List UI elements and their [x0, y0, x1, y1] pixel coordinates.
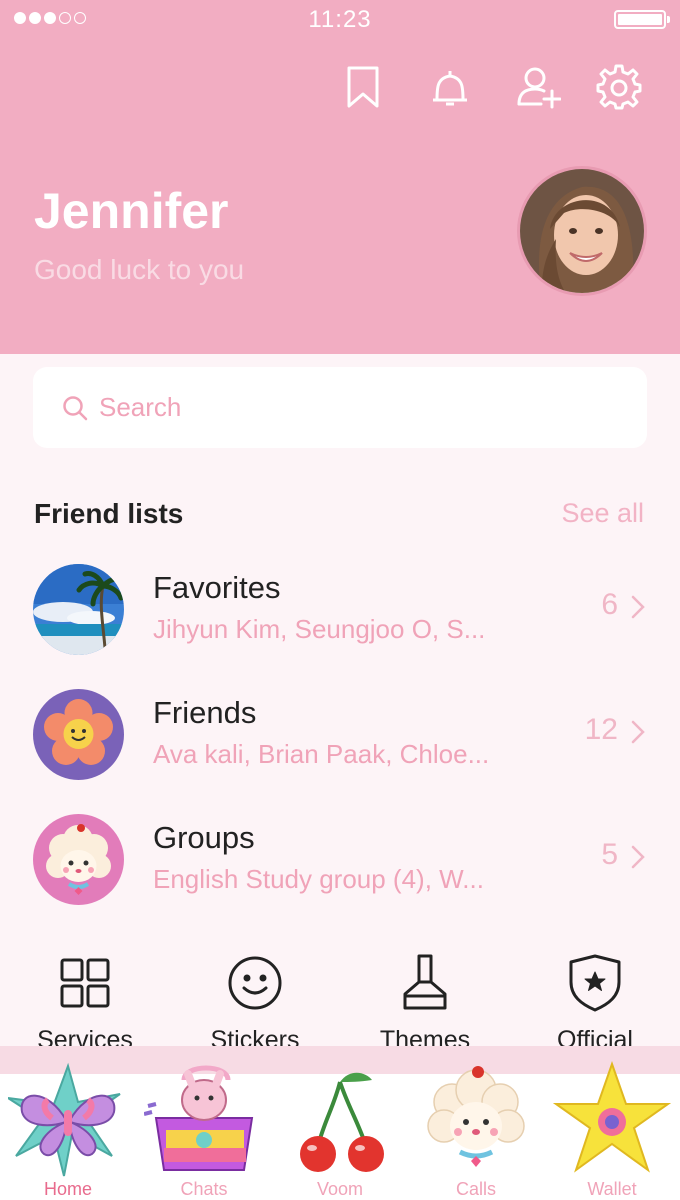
search-icon [63, 395, 88, 420]
friend-list-count: 5 [601, 838, 618, 871]
star-icon [552, 1060, 672, 1173]
friend-list-members: Jihyun Kim, Seungjoo O, S... [153, 614, 486, 644]
bookmark-icon[interactable] [340, 64, 386, 110]
butterfly-icon [8, 1062, 121, 1177]
poodle-thumbnail-icon [33, 814, 124, 905]
tab-wallet[interactable]: Wallet [544, 1046, 680, 1200]
friend-list-count: 6 [601, 588, 618, 621]
tab-label: Home [43, 1179, 92, 1199]
services-button[interactable]: Services [0, 948, 170, 1058]
poodle-icon [427, 1066, 525, 1167]
chevron-right-icon [631, 595, 645, 619]
add-friend-icon[interactable] [515, 64, 562, 110]
friend-list-favorites[interactable]: Favorites Jihyun Kim, Seungjoo O, S... 6 [0, 564, 680, 674]
chevron-right-icon [631, 720, 645, 744]
status-bar: 11:23 [0, 0, 680, 40]
status-time: 11:23 [308, 6, 372, 33]
tab-label: Calls [455, 1179, 496, 1199]
friend-list-count: 12 [584, 713, 618, 746]
official-button[interactable]: Official [510, 948, 680, 1058]
stickers-button[interactable]: Stickers [170, 948, 340, 1058]
friend-list-name: Groups [153, 820, 255, 855]
friend-list-name: Friends [153, 695, 257, 730]
tab-chats[interactable]: Chats [136, 1046, 272, 1200]
tab-calls[interactable]: Calls [408, 1046, 544, 1200]
friend-list-friends[interactable]: Friends Ava kali, Brian Paak, Chloe... 1… [0, 689, 680, 799]
cherries-icon [300, 1072, 384, 1172]
shield-star-icon [569, 954, 621, 1012]
profile-header: 11:23 Jennifer Good luck to you [0, 0, 680, 354]
battery-icon [614, 10, 670, 29]
search-bar[interactable] [33, 367, 647, 448]
smiley-icon [228, 956, 282, 1010]
bell-icon[interactable] [427, 64, 473, 110]
gear-icon[interactable] [596, 64, 642, 110]
chevron-right-icon [631, 845, 645, 869]
grid-icon [60, 958, 110, 1008]
friend-list-members: English Study group (4), W... [153, 864, 484, 894]
tab-home[interactable]: Home [0, 1046, 136, 1200]
beach-thumbnail-icon [33, 564, 124, 655]
see-all-link[interactable]: See all [561, 498, 644, 529]
tab-label: Chats [180, 1179, 228, 1199]
flower-thumbnail-icon [33, 689, 124, 780]
search-input[interactable] [99, 392, 579, 423]
tab-label: Wallet [587, 1179, 637, 1199]
friend-list-name: Favorites [153, 570, 281, 605]
profile-name[interactable]: Jennifer [34, 182, 229, 240]
profile-status-message[interactable]: Good luck to you [34, 254, 244, 286]
friend-lists-title: Friend lists [34, 498, 184, 529]
friend-list-groups[interactable]: Groups English Study group (4), W... 5 [0, 814, 680, 924]
friend-list-members: Ava kali, Brian Paak, Chloe... [153, 739, 490, 769]
profile-avatar[interactable] [517, 166, 647, 296]
themes-button[interactable]: Themes [340, 948, 510, 1058]
tab-voom[interactable]: Voom [272, 1046, 408, 1200]
tab-label: Voom [316, 1179, 364, 1199]
bottom-tab-bar: Home Chats Voom Calls Wallet [0, 1046, 680, 1200]
purse-icon [144, 1065, 254, 1171]
brush-icon [403, 954, 447, 1010]
